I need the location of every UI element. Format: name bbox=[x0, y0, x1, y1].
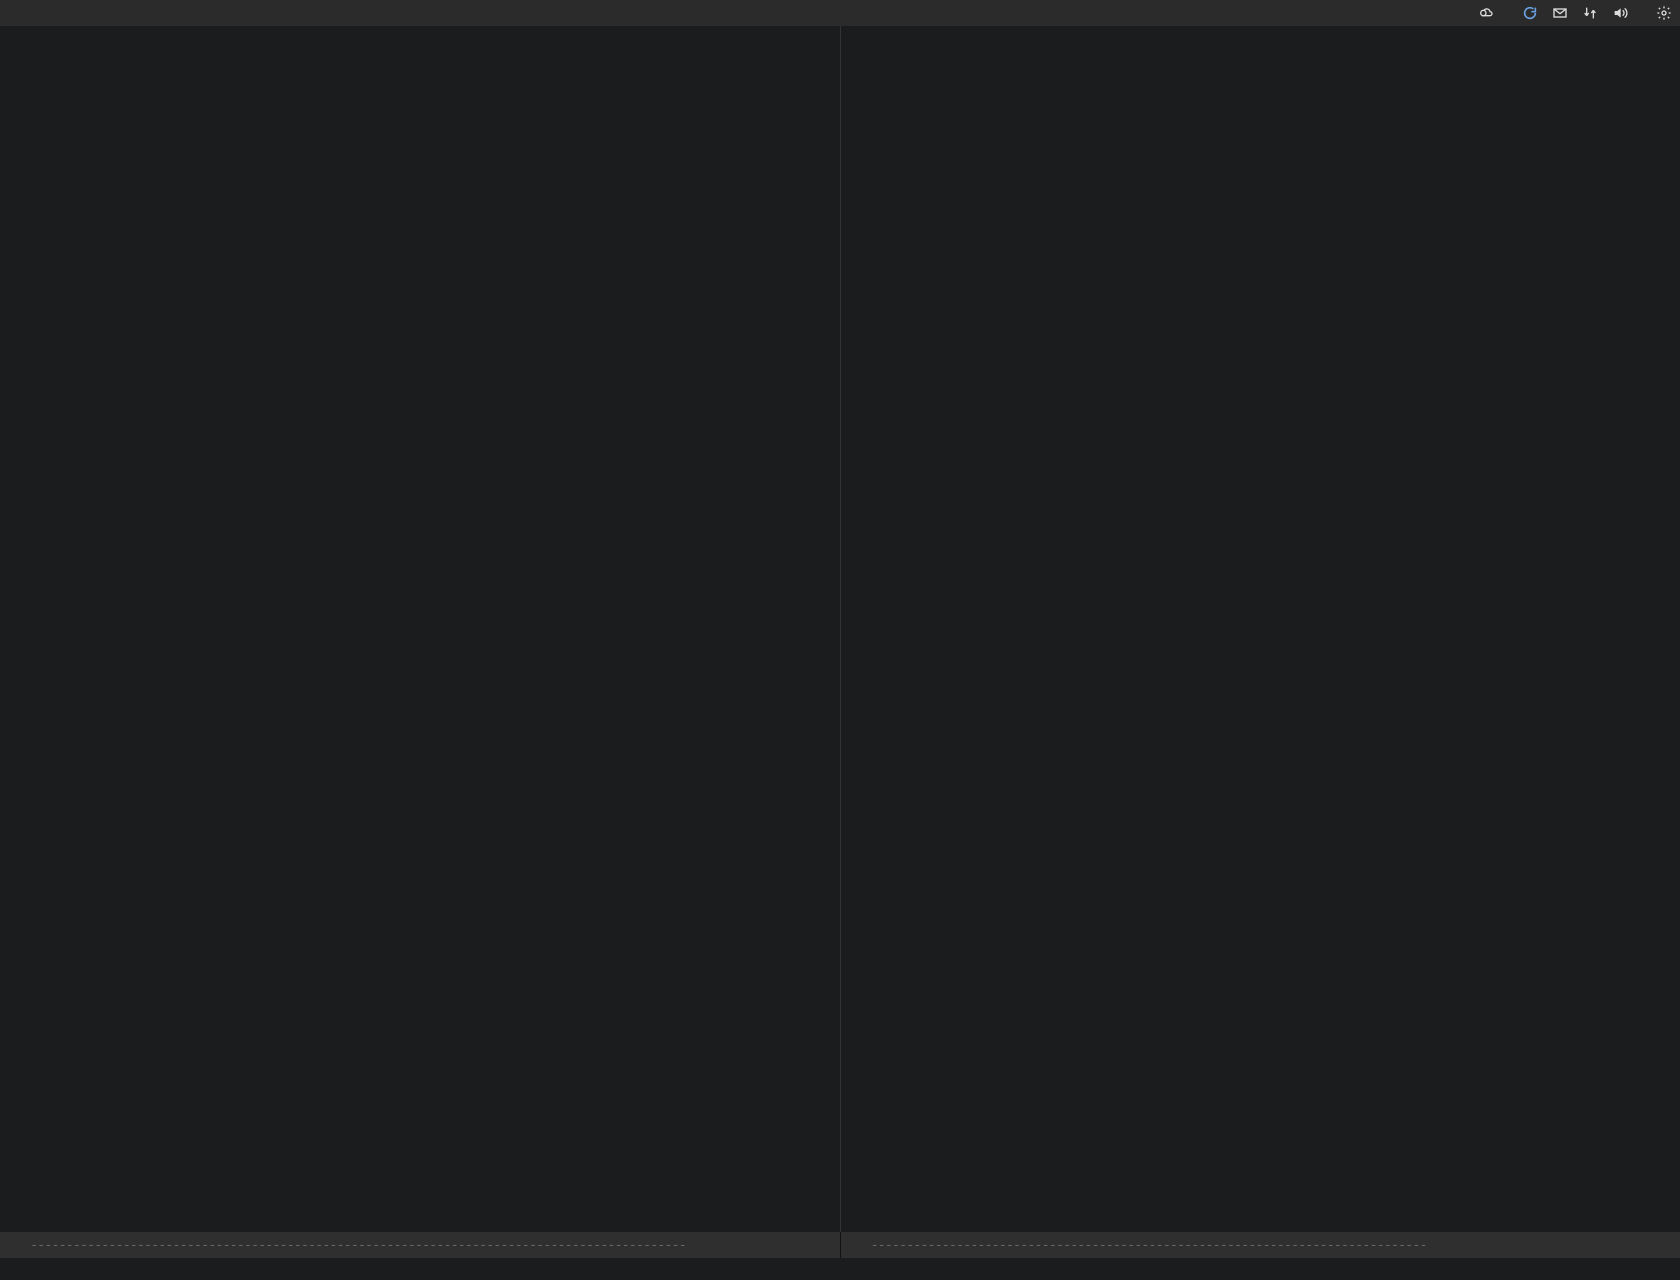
system-tray bbox=[1478, 5, 1672, 21]
volume-icon[interactable] bbox=[1612, 5, 1628, 21]
mail-icon[interactable] bbox=[1552, 5, 1568, 21]
settings-gear-icon[interactable] bbox=[1656, 5, 1672, 21]
modeline-dashes: ----------------------------------------… bbox=[30, 1237, 686, 1253]
window-titlebar bbox=[0, 0, 1680, 26]
refresh-icon[interactable] bbox=[1522, 5, 1538, 21]
left-buffer[interactable] bbox=[0, 26, 840, 1232]
minibuffer[interactable] bbox=[0, 1258, 1680, 1280]
modeline-left: ----------------------------------------… bbox=[0, 1232, 840, 1258]
weather-icon[interactable] bbox=[1478, 5, 1494, 21]
network-icon[interactable] bbox=[1582, 5, 1598, 21]
modeline-right: ----------------------------------------… bbox=[840, 1232, 1680, 1258]
right-buffer[interactable] bbox=[840, 26, 1680, 1232]
modeline-dashes: ----------------------------------------… bbox=[871, 1237, 1427, 1253]
